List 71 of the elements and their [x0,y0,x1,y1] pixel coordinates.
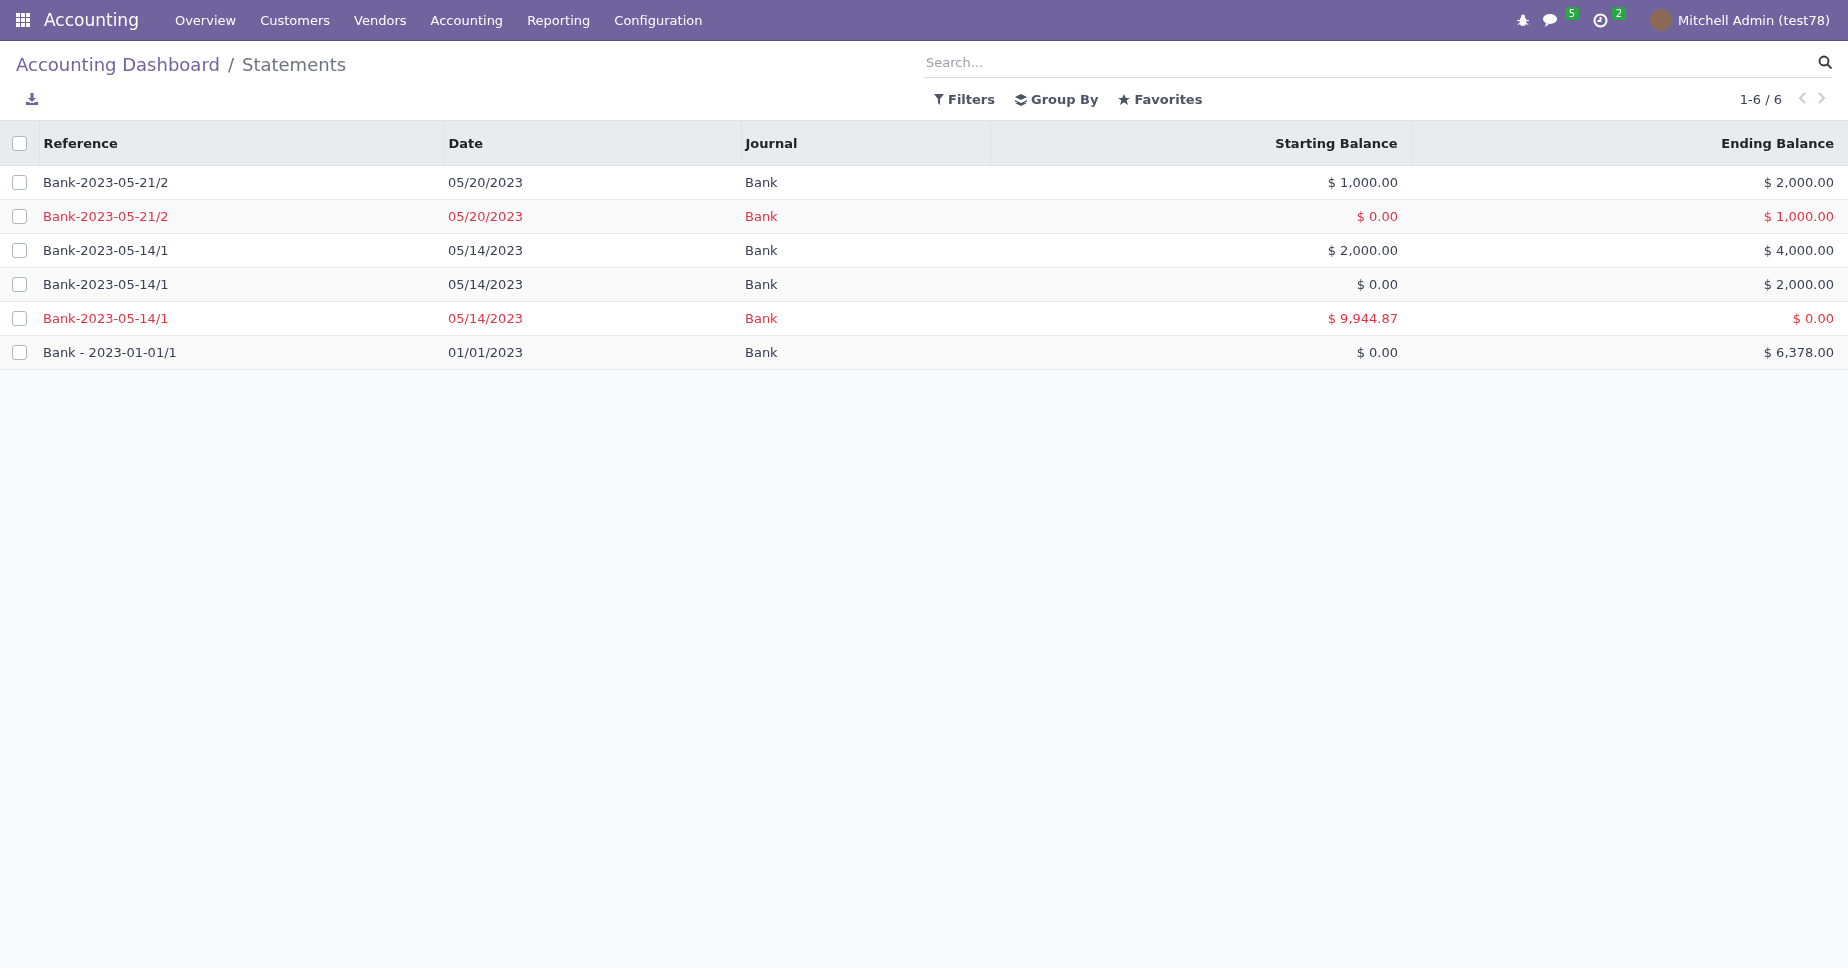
download-icon [26,93,38,105]
table-cell: Bank-2023-05-14/1 [39,233,444,268]
column-header[interactable]: Date [444,121,741,166]
table-cell: $ 0.00 [990,335,1412,370]
row-checkbox[interactable] [12,175,27,190]
row-checkbox[interactable] [12,243,27,258]
select-all-checkbox[interactable] [11,135,27,151]
filter-icon [934,94,944,105]
table-cell: $ 2,000.00 [990,233,1412,268]
table-cell: $ 0.00 [1412,301,1848,336]
table-cell: 05/14/2023 [444,301,741,336]
table-cell: Bank [741,165,990,200]
table-cell: 05/20/2023 [444,165,741,200]
table-cell: Bank [741,267,990,302]
table-cell: $ 1,000.00 [990,165,1412,200]
column-header[interactable]: Ending Balance [1412,121,1848,166]
breadcrumb-separator: / [227,53,234,75]
column-header[interactable]: Journal [741,121,990,166]
table-cell: 01/01/2023 [444,335,741,370]
table-cell: Bank-2023-05-21/2 [39,165,444,200]
table-cell: $ 1,000.00 [1412,199,1848,234]
layers-icon [1015,93,1027,106]
breadcrumb-current: Statements [241,53,347,75]
table-cell: Bank [741,199,990,234]
table-cell: Bank [741,335,990,370]
menu-item[interactable]: Customers [248,6,343,34]
search-option-button[interactable]: Group By [1005,88,1109,111]
table-cell: $ 0.00 [990,199,1412,234]
table-cell: $ 0.00 [990,267,1412,302]
table-cell: $ 4,000.00 [1412,233,1848,268]
avatar [1650,9,1673,31]
column-header[interactable]: Starting Balance [990,121,1412,166]
table-cell: Bank - 2023-01-01/1 [39,335,444,370]
menu-item[interactable]: Configuration [602,6,715,34]
menu-item[interactable]: Accounting [418,6,516,34]
search-option-button[interactable]: Favorites [1108,88,1213,111]
bug-icon[interactable] [1517,13,1530,27]
row-checkbox[interactable] [12,345,27,360]
search-field[interactable]: Search... [924,53,1818,71]
pager-value[interactable]: 1-6 / 6 [1739,92,1782,107]
table-cell: $ 9,944.87 [990,301,1412,336]
breadcrumb-link[interactable]: Accounting Dashboard [16,53,220,75]
table-cell: Bank-2023-05-21/2 [39,199,444,234]
app-name[interactable]: Accounting [44,10,151,30]
chevron-right-icon [1818,92,1826,104]
row-checkbox[interactable] [12,311,27,326]
clock-icon [1593,12,1609,28]
chevron-left-icon [1798,92,1806,104]
table-cell: 05/14/2023 [444,267,741,302]
table-cell: 05/14/2023 [444,233,741,268]
table-cell: Bank [741,301,990,336]
activity-count-badge: 2 [1611,6,1627,20]
star-icon [1118,93,1131,106]
row-checkbox[interactable] [12,277,27,292]
apps-menu-icon[interactable] [16,13,30,27]
table-cell: Bank [741,233,990,268]
menu-item[interactable]: Vendors [342,6,419,34]
user-menu[interactable]: Mitchell Admin (test78) [1644,8,1836,32]
menu-item[interactable]: Reporting [515,6,603,34]
table-cell: $ 2,000.00 [1412,165,1848,200]
search-icon[interactable] [1818,55,1832,69]
search-option-button[interactable]: Filters [924,88,1005,111]
table-cell: 05/20/2023 [444,199,741,234]
message-count-badge: 5 [1564,7,1580,20]
column-header[interactable]: Reference [39,121,444,166]
table-cell: Bank-2023-05-14/1 [39,301,444,336]
menu-item[interactable]: Overview [162,6,249,34]
table-cell: $ 6,378.00 [1412,335,1848,370]
row-checkbox[interactable] [12,209,27,224]
table-cell: $ 2,000.00 [1412,267,1848,302]
table-cell: Bank-2023-05-14/1 [39,267,444,302]
